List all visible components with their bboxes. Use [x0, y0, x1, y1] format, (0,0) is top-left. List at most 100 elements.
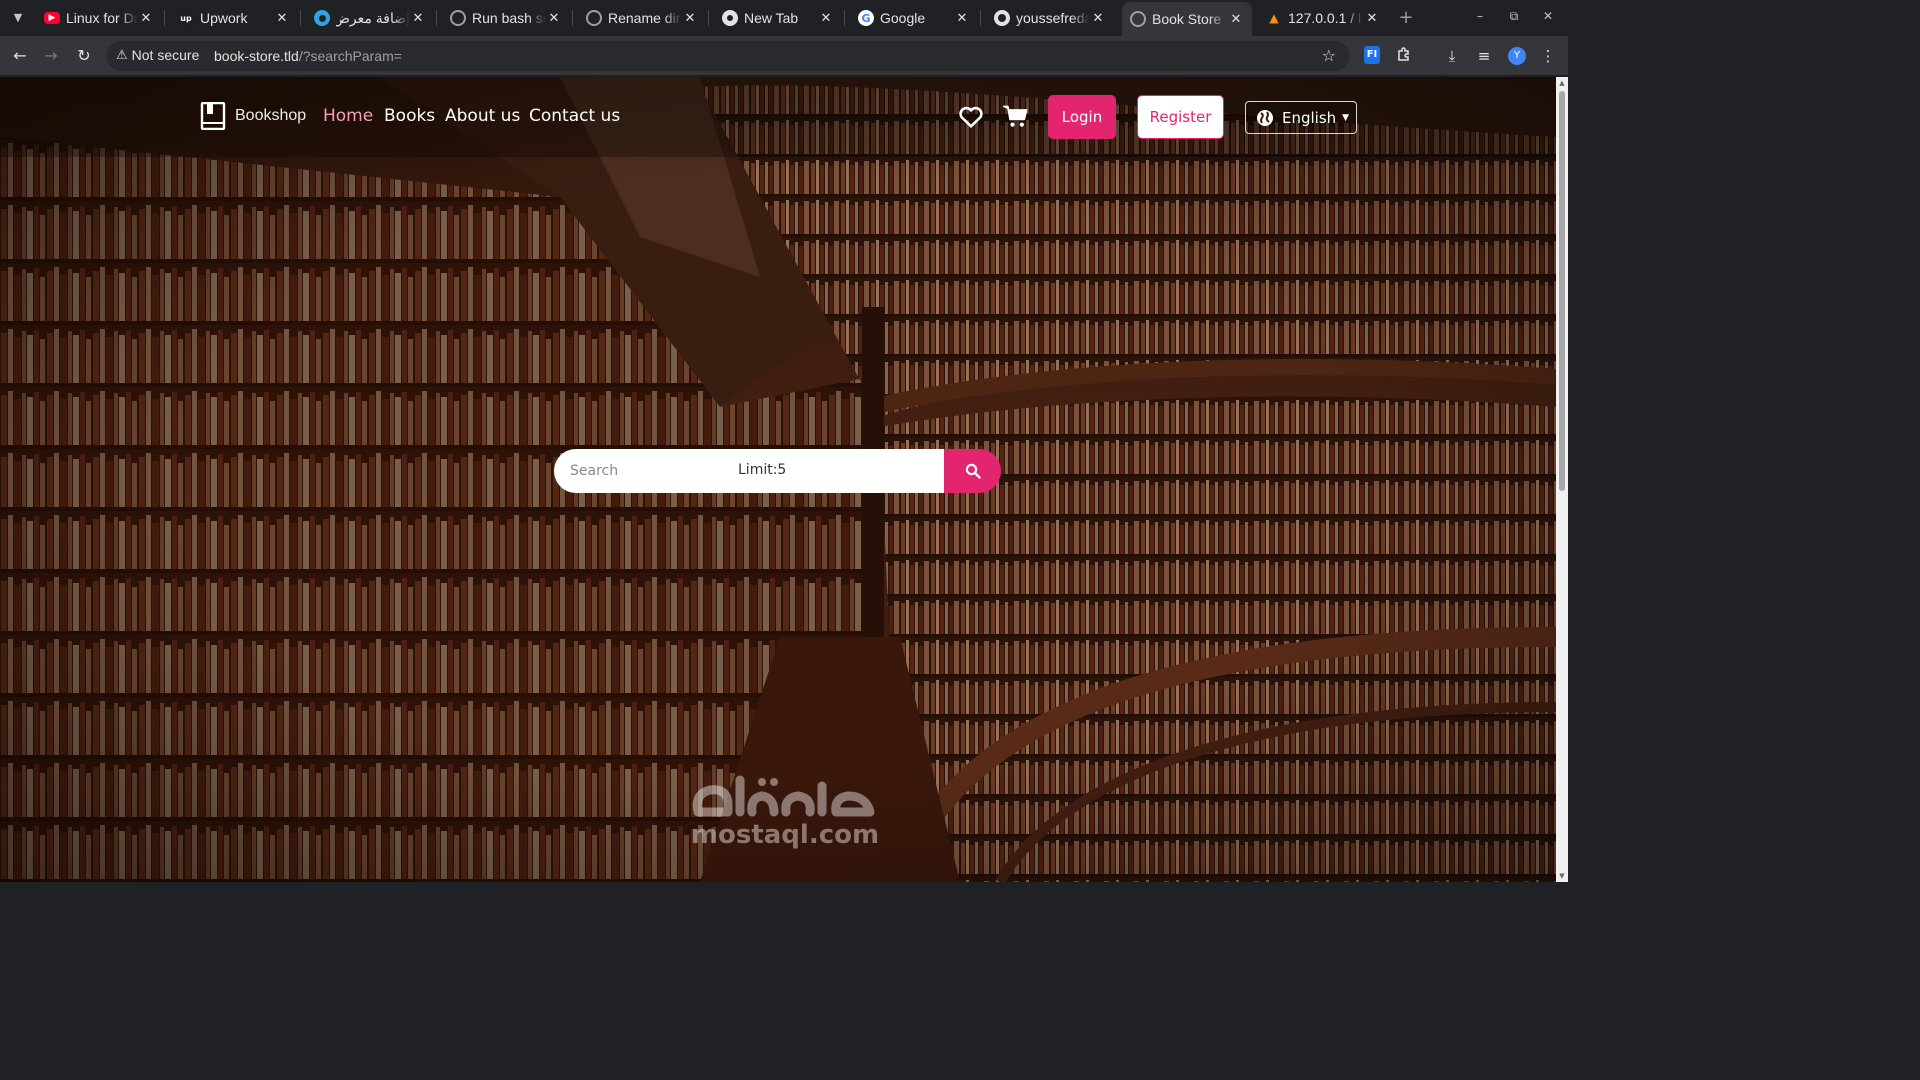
- dropdown-caret-icon: ▼: [1342, 112, 1350, 123]
- url-host: book-store.tld: [214, 48, 299, 64]
- youtube-icon: ▶: [44, 12, 60, 24]
- search-input[interactable]: [568, 461, 728, 481]
- brand-name: Bookshop: [235, 107, 307, 124]
- extensions-puzzle-icon[interactable]: [1394, 46, 1414, 66]
- security-indicator[interactable]: ⚠ Not secure: [116, 47, 199, 63]
- tab-title: Rename dir: [608, 10, 681, 26]
- extension-fi-icon[interactable]: FI: [1364, 46, 1380, 64]
- tab-title: Upwork: [200, 10, 248, 26]
- globe-icon: [1257, 109, 1273, 126]
- close-tab-icon[interactable]: ✕: [682, 11, 698, 26]
- nav-contact-link[interactable]: Contact us: [529, 106, 620, 126]
- close-tab-icon[interactable]: ✕: [410, 11, 426, 26]
- browser-menu-dots-icon[interactable]: ⋮: [1538, 46, 1558, 66]
- mostaql-icon: [314, 10, 330, 26]
- nav-home-link[interactable]: Home: [323, 106, 373, 126]
- browser-tab[interactable]: up Upwork ✕: [170, 4, 298, 32]
- tab-divider: [436, 10, 437, 26]
- tab-divider: [572, 10, 573, 26]
- page-viewport: Bookshop Home Books About us Contact us …: [0, 77, 1556, 882]
- register-button[interactable]: Register: [1137, 95, 1224, 139]
- restore-window-icon[interactable]: ⧉: [1504, 9, 1524, 24]
- site-navbar: Bookshop Home Books About us Contact us …: [0, 77, 1556, 157]
- tab-title: youssefreda: [1016, 10, 1090, 26]
- browser-tab[interactable]: ▶ Linux for Da ✕: [36, 4, 162, 32]
- phpmyadmin-icon: ▲: [1269, 11, 1279, 25]
- tab-title: Run bash sc: [472, 10, 546, 26]
- back-arrow-icon[interactable]: ←: [10, 46, 30, 66]
- media-queue-icon[interactable]: ≡: [1474, 46, 1494, 66]
- browser-tab[interactable]: Rename dir ✕: [578, 4, 706, 32]
- openai-icon: [450, 10, 466, 26]
- tab-divider: [708, 10, 709, 26]
- upwork-icon: up: [178, 10, 194, 26]
- browser-tab[interactable]: New Tab ✕: [714, 4, 842, 32]
- security-label: Not secure: [131, 47, 200, 63]
- tab-title: 127.0.0.1 / l: [1288, 10, 1362, 26]
- page-scrollbar[interactable]: ▲ ▼: [1556, 77, 1568, 882]
- search-button[interactable]: [944, 449, 1001, 493]
- mostaql-watermark: mostaql.com: [680, 772, 890, 850]
- tab-title: إضافة معرض: [336, 9, 410, 26]
- language-select[interactable]: English ▼: [1245, 101, 1357, 134]
- browser-tab[interactable]: إضافة معرض ✕: [306, 4, 434, 32]
- language-label: English: [1282, 108, 1337, 127]
- nav-about-link[interactable]: About us: [445, 106, 520, 126]
- warning-triangle-icon: ⚠: [116, 47, 128, 62]
- browser-toolbar: ← → ↻ ⚠ Not secure book-store.tld/?searc…: [0, 36, 1568, 76]
- globe-icon: [1130, 11, 1146, 27]
- browser-tab[interactable]: Run bash sc ✕: [442, 4, 570, 32]
- scroll-up-arrow-icon[interactable]: ▲: [1558, 79, 1566, 87]
- watermark-text: mostaql.com: [690, 820, 880, 850]
- browser-tab[interactable]: G Google ✕: [850, 4, 978, 32]
- tab-divider: [844, 10, 845, 26]
- close-window-icon[interactable]: ✕: [1538, 9, 1558, 23]
- close-tab-icon[interactable]: ✕: [138, 11, 154, 26]
- close-tab-icon[interactable]: ✕: [1090, 11, 1106, 26]
- browser-tab[interactable]: youssefreda ✕: [986, 4, 1114, 32]
- login-button[interactable]: Login: [1048, 95, 1116, 139]
- search-field-container: Limit:5: [554, 449, 946, 493]
- github-icon: [994, 10, 1010, 26]
- url-path: /?searchParam=: [298, 48, 402, 64]
- close-tab-icon[interactable]: ✕: [818, 11, 834, 26]
- close-tab-icon[interactable]: ✕: [546, 11, 562, 26]
- new-tab-plus-icon[interactable]: +: [1396, 8, 1416, 28]
- forward-arrow-icon[interactable]: →: [41, 46, 61, 66]
- tab-title: Google: [880, 10, 926, 26]
- download-icon[interactable]: ⤓: [1442, 46, 1462, 66]
- tab-divider: [164, 10, 165, 26]
- minimize-window-icon[interactable]: –: [1470, 9, 1490, 23]
- mostaql-logo-icon: [692, 775, 875, 817]
- tab-divider: [980, 10, 981, 26]
- search-icon: [965, 463, 981, 479]
- tab-title: Linux for Da: [66, 10, 138, 26]
- url-text[interactable]: book-store.tld/?searchParam=: [214, 48, 402, 64]
- tab-divider: [300, 10, 301, 26]
- book-search-form: Limit:5: [554, 449, 1001, 493]
- cart-icon[interactable]: [1002, 103, 1030, 131]
- close-tab-icon[interactable]: ✕: [274, 11, 290, 26]
- brand-logo-link[interactable]: Bookshop: [200, 102, 306, 130]
- openai-icon: [586, 10, 602, 26]
- browser-tab[interactable]: ▲ 127.0.0.1 / l ✕: [1258, 4, 1388, 32]
- nav-books-link[interactable]: Books: [384, 106, 435, 126]
- close-tab-icon[interactable]: ✕: [1228, 12, 1244, 27]
- google-icon: G: [858, 10, 874, 26]
- scroll-down-arrow-icon[interactable]: ▼: [1558, 872, 1566, 880]
- scrollbar-thumb[interactable]: [1559, 91, 1565, 491]
- tab-title: Book Store: [1152, 11, 1222, 27]
- reload-icon[interactable]: ↻: [74, 46, 94, 66]
- heart-wishlist-icon[interactable]: [957, 103, 985, 131]
- tab-title: New Tab: [744, 10, 799, 26]
- chrome-icon: [722, 10, 738, 26]
- close-tab-icon[interactable]: ✕: [1364, 11, 1380, 26]
- browser-tab-active[interactable]: Book Store ✕: [1122, 2, 1252, 36]
- tab-search-chevron-icon[interactable]: ▼: [8, 9, 28, 27]
- book-logo-icon: [200, 102, 226, 130]
- address-bar[interactable]: ⚠ Not secure book-store.tld/?searchParam…: [106, 41, 1350, 71]
- close-tab-icon[interactable]: ✕: [954, 11, 970, 26]
- profile-avatar-icon[interactable]: Y: [1508, 47, 1526, 65]
- browser-tab-strip: ▼ ▶ Linux for Da ✕ up Upwork ✕ إضافة معر…: [0, 0, 1568, 36]
- bookmark-star-icon[interactable]: ☆: [1322, 46, 1336, 65]
